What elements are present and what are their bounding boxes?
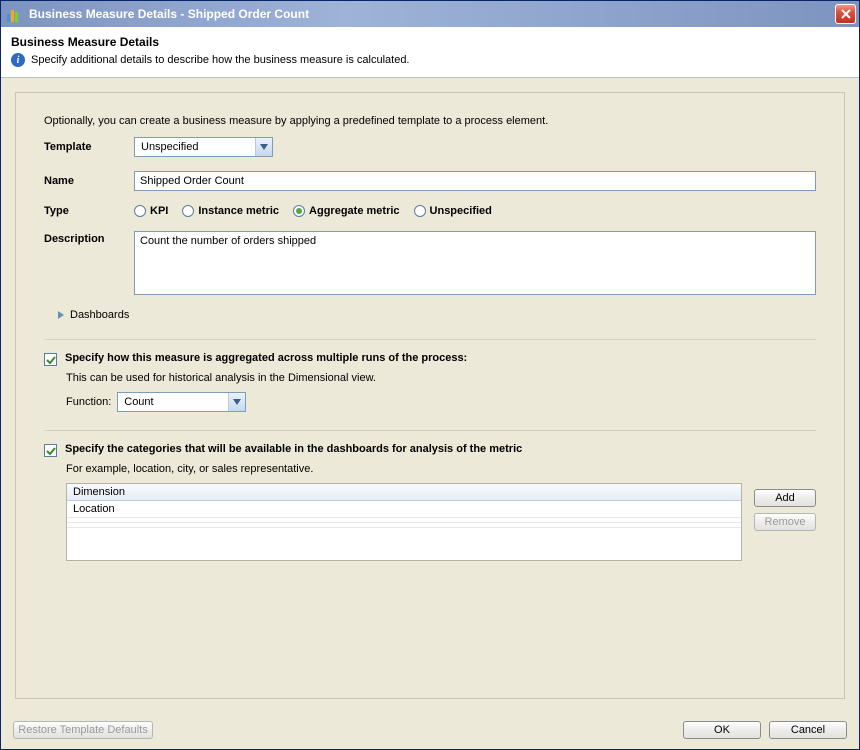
categories-check-line: Specify the categories that will be avai… bbox=[44, 443, 816, 457]
radio-label: Aggregate metric bbox=[309, 205, 399, 217]
cancel-button[interactable]: Cancel bbox=[769, 721, 847, 739]
radio-aggregate-metric[interactable]: Aggregate metric bbox=[293, 205, 399, 217]
aggregate-check-line: Specify how this measure is aggregated a… bbox=[44, 352, 816, 366]
categories-hint: For example, location, city, or sales re… bbox=[66, 463, 816, 475]
radio-label: Unspecified bbox=[430, 205, 492, 217]
close-button[interactable] bbox=[835, 4, 856, 24]
form-panel: Optionally, you can create a business me… bbox=[15, 92, 845, 699]
categories-label: Specify the categories that will be avai… bbox=[65, 443, 522, 455]
dimension-table[interactable]: Dimension Location bbox=[66, 483, 742, 561]
dimension-area: Dimension Location Add Remove bbox=[66, 483, 816, 561]
template-dropdown-button[interactable] bbox=[255, 138, 272, 156]
close-icon bbox=[841, 9, 851, 19]
table-row[interactable]: Location bbox=[67, 501, 741, 518]
type-radio-group: KPI Instance metric Aggregate metric Uns… bbox=[134, 205, 492, 217]
info-icon: i bbox=[11, 53, 25, 67]
check-icon bbox=[46, 446, 56, 456]
categories-checkbox[interactable] bbox=[44, 444, 57, 457]
radio-dot bbox=[134, 205, 146, 217]
radio-dot bbox=[182, 205, 194, 217]
page-subtitle: i Specify additional details to describe… bbox=[11, 53, 849, 67]
header-band: Business Measure Details i Specify addit… bbox=[1, 27, 859, 78]
page-subtitle-text: Specify additional details to describe h… bbox=[31, 54, 410, 66]
separator bbox=[44, 430, 816, 431]
dashboards-expander[interactable]: Dashboards bbox=[58, 309, 816, 321]
type-row: Type KPI Instance metric Aggregate metri… bbox=[44, 205, 816, 217]
dimension-header: Dimension bbox=[67, 484, 741, 501]
intro-text: Optionally, you can create a business me… bbox=[44, 115, 816, 127]
template-select[interactable]: Unspecified bbox=[134, 137, 273, 157]
function-dropdown-button[interactable] bbox=[228, 393, 245, 411]
titlebar: Business Measure Details - Shipped Order… bbox=[1, 1, 859, 27]
aggregate-checkbox[interactable] bbox=[44, 353, 57, 366]
function-row: Function: Count bbox=[66, 392, 816, 412]
radio-label: Instance metric bbox=[198, 205, 279, 217]
description-label: Description bbox=[44, 231, 134, 245]
type-label: Type bbox=[44, 205, 134, 217]
separator bbox=[44, 339, 816, 340]
template-value: Unspecified bbox=[135, 138, 255, 156]
name-label: Name bbox=[44, 175, 134, 187]
radio-dot bbox=[293, 205, 305, 217]
content-area: Optionally, you can create a business me… bbox=[1, 78, 859, 713]
chevron-down-icon bbox=[233, 399, 241, 405]
name-row: Name bbox=[44, 171, 816, 191]
expand-icon bbox=[58, 311, 64, 319]
radio-kpi[interactable]: KPI bbox=[134, 205, 168, 217]
template-row: Template Unspecified bbox=[44, 137, 816, 157]
restore-defaults-button: Restore Template Defaults bbox=[13, 721, 153, 739]
chevron-down-icon bbox=[260, 144, 268, 150]
dimension-buttons: Add Remove bbox=[754, 483, 816, 561]
radio-label: KPI bbox=[150, 205, 168, 217]
app-icon bbox=[7, 6, 23, 22]
function-value: Count bbox=[118, 393, 228, 411]
radio-instance-metric[interactable]: Instance metric bbox=[182, 205, 279, 217]
template-label: Template bbox=[44, 141, 134, 153]
description-row: Description bbox=[44, 231, 816, 295]
add-button[interactable]: Add bbox=[754, 489, 816, 507]
aggregate-hint: This can be used for historical analysis… bbox=[66, 372, 816, 384]
page-title: Business Measure Details bbox=[11, 35, 849, 49]
function-label: Function: bbox=[66, 396, 111, 408]
radio-unspecified[interactable]: Unspecified bbox=[414, 205, 492, 217]
remove-button: Remove bbox=[754, 513, 816, 531]
aggregate-label: Specify how this measure is aggregated a… bbox=[65, 352, 467, 364]
window-title: Business Measure Details - Shipped Order… bbox=[29, 7, 835, 21]
footer: Restore Template Defaults OK Cancel bbox=[1, 713, 859, 749]
radio-dot bbox=[414, 205, 426, 217]
description-textarea[interactable] bbox=[134, 231, 816, 295]
check-icon bbox=[46, 355, 56, 365]
table-row[interactable] bbox=[67, 523, 741, 528]
dialog-window: Business Measure Details - Shipped Order… bbox=[0, 0, 860, 750]
function-select[interactable]: Count bbox=[117, 392, 246, 412]
expander-label: Dashboards bbox=[70, 309, 129, 321]
description-wrap bbox=[134, 231, 816, 295]
ok-button[interactable]: OK bbox=[683, 721, 761, 739]
name-input[interactable] bbox=[134, 171, 816, 191]
